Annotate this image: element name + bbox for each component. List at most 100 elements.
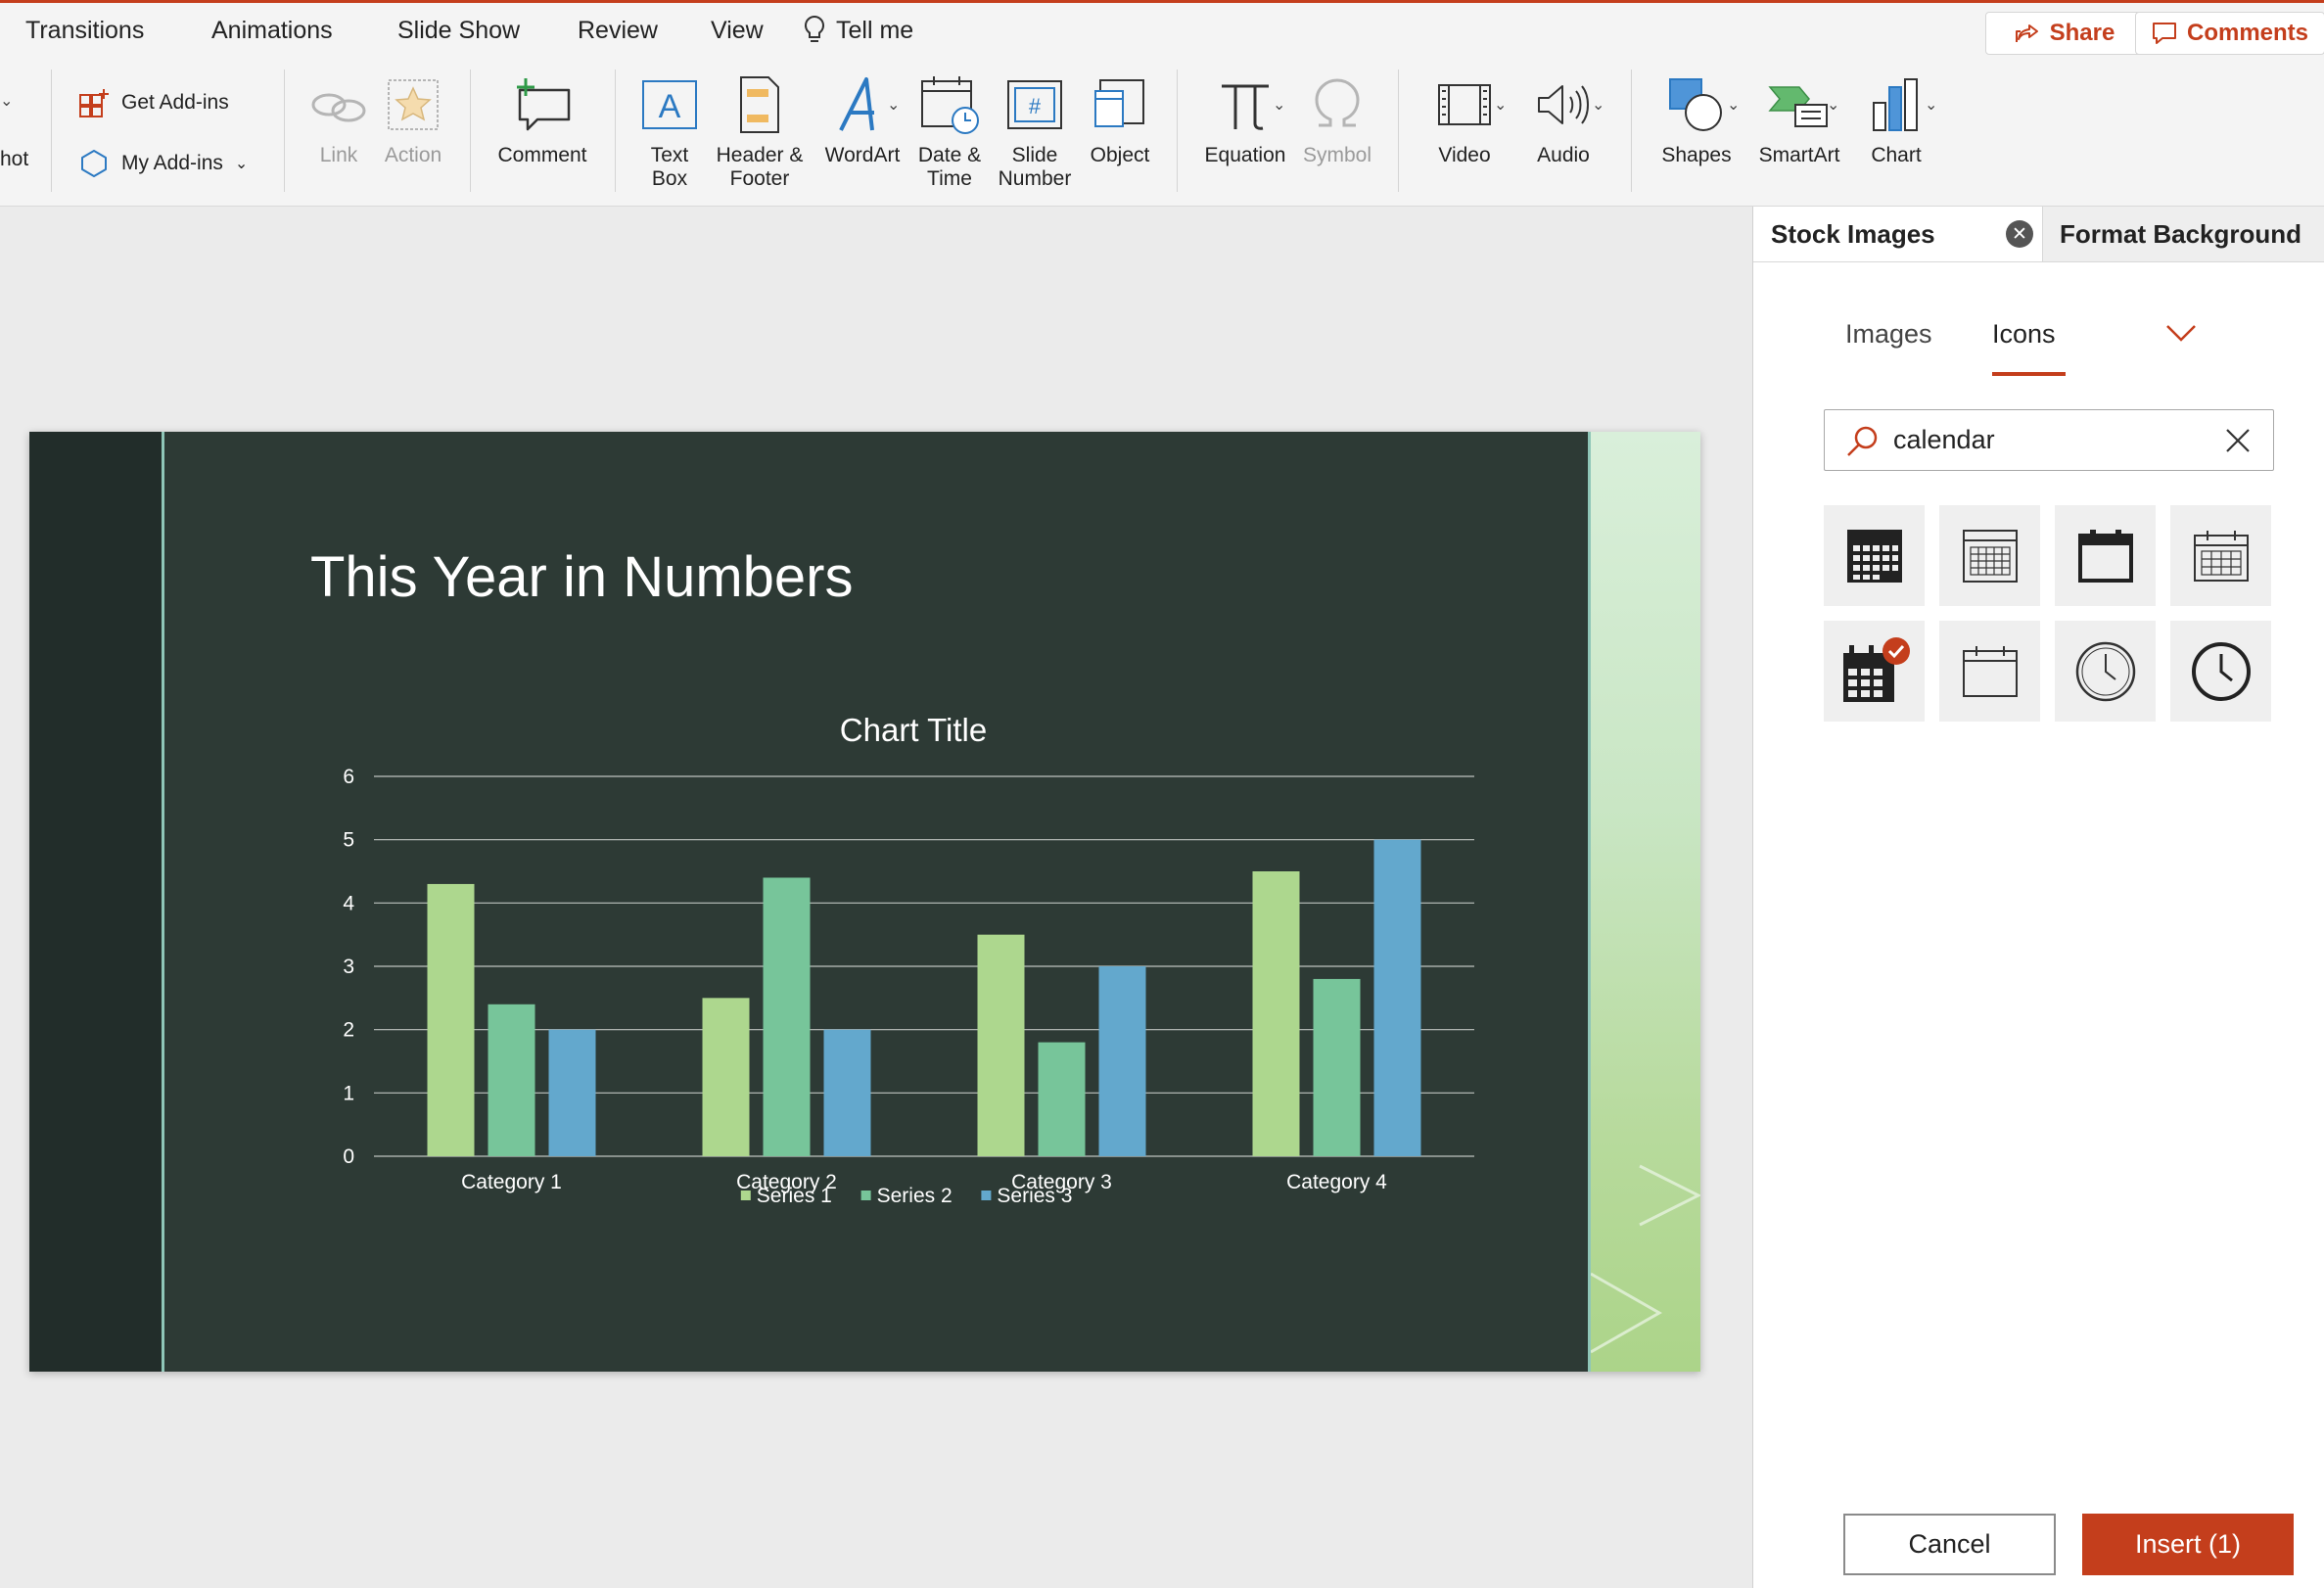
clear-search-icon[interactable] xyxy=(2224,427,2252,454)
date-time-label-line2: Time xyxy=(927,167,972,190)
tab-animations[interactable]: Animations xyxy=(211,17,333,45)
shapes-label: Shapes xyxy=(1661,144,1732,166)
clock-bold-icon-result[interactable] xyxy=(2170,621,2271,722)
legend-label: Series 3 xyxy=(997,1185,1072,1207)
chevron-down-icon[interactable]: ⌄ xyxy=(1592,95,1604,115)
cube-icon xyxy=(81,150,107,177)
bar xyxy=(1098,966,1146,1156)
tell-me-search[interactable]: Tell me xyxy=(803,15,913,46)
calendar-thin-grid-icon-result[interactable] xyxy=(2170,505,2271,606)
clock-thin-icon-result[interactable] xyxy=(2055,621,2156,722)
ribbon-separator xyxy=(1631,70,1632,192)
date-time-label-line1: Date & xyxy=(917,144,982,166)
subtab-icons[interactable]: Icons xyxy=(1992,319,2056,350)
search-input[interactable] xyxy=(1893,420,2207,459)
svg-text:#: # xyxy=(1029,94,1042,118)
my-addins-button[interactable]: My Add-ins ⌄ xyxy=(78,148,248,179)
calendar-empty-icon-result[interactable] xyxy=(1939,621,2040,722)
bar xyxy=(1313,978,1361,1156)
chart-label: Chart xyxy=(1871,144,1922,166)
tab-format-background-label: Format Background xyxy=(2060,218,2302,249)
clustered-column-chart[interactable]: Chart Title0123456Category 1 Category 2 Ca… xyxy=(164,706,1535,1313)
chevron-down-icon: ⌄ xyxy=(234,156,249,172)
date-time-button[interactable]: Date & Time xyxy=(910,71,989,191)
omega-icon xyxy=(1315,78,1360,127)
smartart-button[interactable]: SmartArt xyxy=(1750,71,1848,167)
chevron-down-icon[interactable]: ⌄ xyxy=(1827,95,1839,115)
ribbon-separator xyxy=(51,70,52,192)
audio-button[interactable]: Audio xyxy=(1517,71,1609,167)
comment-button[interactable]: Comment xyxy=(488,71,597,167)
header-footer-button[interactable]: Header & Footer xyxy=(711,71,809,191)
y-tick-label: 0 xyxy=(343,1145,354,1168)
text-box-button[interactable]: A Text Box xyxy=(634,71,705,191)
smartart-icon xyxy=(1768,86,1828,127)
calendar-thin-icon xyxy=(2193,530,2249,582)
calendar-selected-icon-result[interactable] xyxy=(1824,621,1925,722)
equation-button[interactable]: Equation xyxy=(1196,71,1294,167)
chevron-down-icon[interactable]: ⌄ xyxy=(887,95,900,115)
chevron-down-icon[interactable]: ⌄ xyxy=(1925,95,1937,115)
slide-editor-canvas[interactable]: This Year in Numbers Chart Title 0 1 2 3 4 5 6 C… xyxy=(0,207,1752,1588)
tab-format-background[interactable]: Format Background xyxy=(2044,207,2301,261)
pi-icon xyxy=(1222,84,1269,130)
video-button[interactable]: Video xyxy=(1416,71,1513,167)
chart-button[interactable]: Chart xyxy=(1852,71,1940,167)
x-tick-label: Category 4 xyxy=(1286,1171,1387,1193)
link-label: Link xyxy=(319,144,358,166)
shapes-icon xyxy=(1669,78,1722,131)
slide-title[interactable]: This Year in Numbers xyxy=(310,544,853,610)
get-addins-button[interactable]: Get Add-ins xyxy=(78,87,229,118)
tab-transitions[interactable]: Transitions xyxy=(25,17,144,45)
bar xyxy=(1373,839,1421,1156)
chevron-down-icon[interactable]: ⌄ xyxy=(1273,95,1285,115)
text-box-label-line2: Box xyxy=(651,167,688,190)
share-icon xyxy=(2015,24,2038,42)
svg-text:A: A xyxy=(659,88,681,125)
object-button[interactable]: Object xyxy=(1081,71,1159,167)
tab-stock-images[interactable]: Stock Images xyxy=(1753,207,2043,261)
ribbon-separator xyxy=(1177,70,1178,192)
comments-label: Comments xyxy=(2186,20,2309,46)
tab-view[interactable]: View xyxy=(711,17,764,45)
action-button[interactable]: Action xyxy=(378,71,448,167)
object-label: Object xyxy=(1090,144,1150,166)
link-button[interactable]: Link xyxy=(303,71,374,167)
tab-review[interactable]: Review xyxy=(578,17,658,45)
cancel-button[interactable]: Cancel xyxy=(1843,1514,2056,1575)
bar xyxy=(823,1029,871,1156)
y-tick-label: 3 xyxy=(343,956,354,978)
close-icon[interactable]: ✕ xyxy=(2006,220,2033,248)
insert-button[interactable]: Insert (1) xyxy=(2082,1514,2294,1575)
search-icon xyxy=(1847,426,1878,456)
share-button[interactable]: Share xyxy=(1985,12,2144,55)
legend-swatch xyxy=(740,1191,751,1200)
slide-number-button[interactable]: # Slide Number xyxy=(991,71,1079,191)
bar xyxy=(1252,871,1300,1156)
chevron-decoration xyxy=(1590,1164,1700,1354)
legend-label: Series 1 xyxy=(757,1185,832,1207)
symbol-button[interactable]: Symbol xyxy=(1296,71,1378,167)
calendar-grid-outline-icon-result[interactable] xyxy=(1939,505,2040,606)
chevron-down-icon[interactable]: ⌄ xyxy=(0,91,13,111)
tab-stock-images-label: Stock Images xyxy=(1771,218,1935,249)
clock-bold-icon xyxy=(2191,641,2251,701)
speaker-icon xyxy=(1538,85,1589,124)
get-addins-label: Get Add-ins xyxy=(121,91,229,114)
slide[interactable]: This Year in Numbers Chart Title 0 1 2 3 4 5 6 C… xyxy=(29,432,1700,1372)
star-icon xyxy=(388,79,439,130)
lightbulb-icon xyxy=(804,15,825,42)
chevron-down-icon[interactable]: ⌄ xyxy=(1494,95,1507,115)
comments-button[interactable]: Comments xyxy=(2135,12,2324,55)
tab-slide-show[interactable]: Slide Show xyxy=(397,17,520,45)
wordart-button[interactable]: WordArt xyxy=(816,71,908,167)
chart-title: Chart Title xyxy=(840,712,987,748)
shapes-button[interactable]: Shapes xyxy=(1649,71,1744,167)
subtab-images[interactable]: Images xyxy=(1845,319,1932,350)
calendar-blank-rings-icon-result[interactable] xyxy=(2055,505,2156,606)
calendar-grid-solid-icon-result[interactable] xyxy=(1824,505,1925,606)
chevron-down-icon[interactable]: ⌄ xyxy=(1727,95,1740,115)
search-box[interactable] xyxy=(1824,409,2274,471)
chevron-down-icon[interactable] xyxy=(2164,322,2198,344)
header-footer-label-line2: Footer xyxy=(729,167,790,190)
